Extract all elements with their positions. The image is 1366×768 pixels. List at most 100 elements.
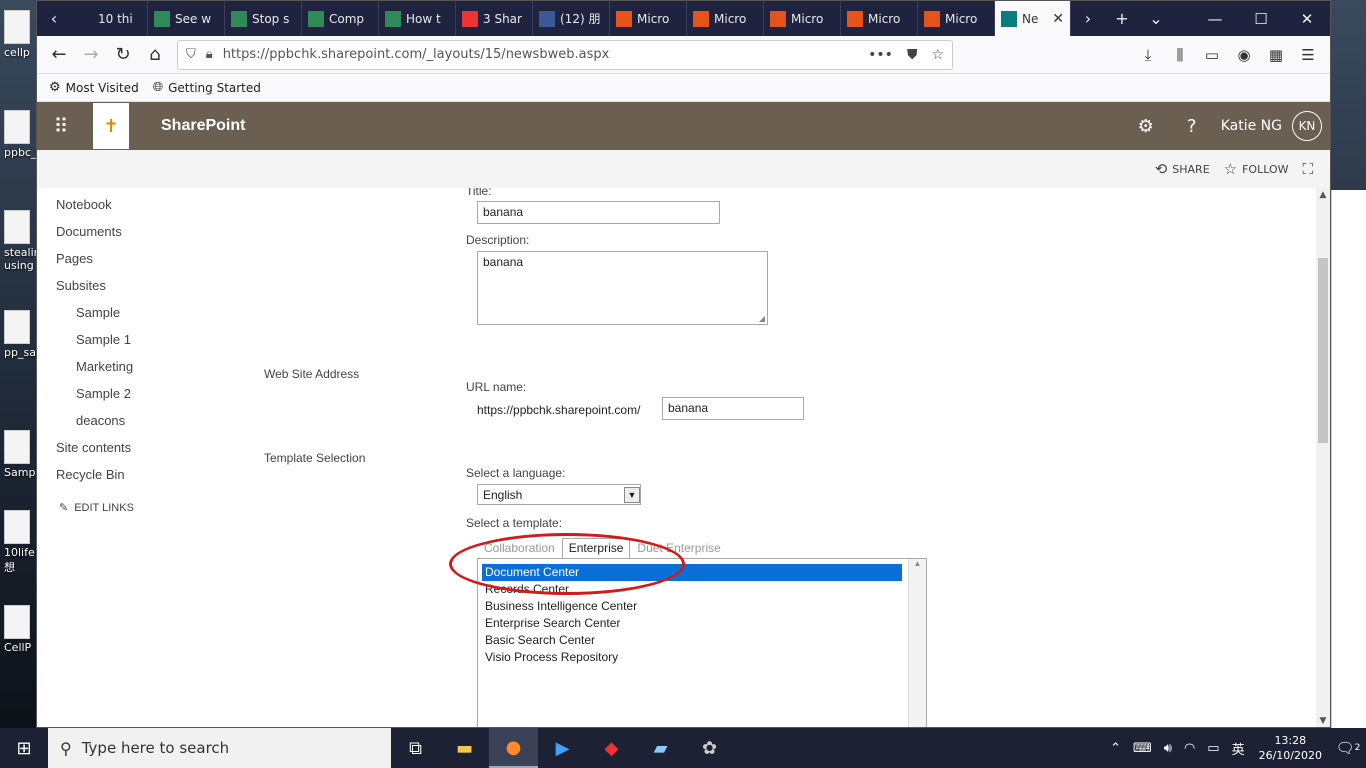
browser-tab[interactable]: 3 Shar xyxy=(456,1,533,36)
scroll-down-icon[interactable]: ▼ xyxy=(1316,716,1330,726)
browser-tab[interactable]: Micro xyxy=(918,1,995,36)
new-tab-icon[interactable]: + xyxy=(1105,1,1139,36)
browser-tab[interactable]: Stop s xyxy=(225,1,302,36)
scroll-up-icon[interactable]: ▲ xyxy=(1316,190,1330,200)
url-bar[interactable]: ⛉ 🔒︎ https://ppbchk.sharepoint.com/_layo… xyxy=(177,39,953,70)
bookmark-most-visited[interactable]: ⚙ Most Visited xyxy=(49,80,139,95)
account-icon[interactable]: ◉ xyxy=(1228,46,1260,64)
browser-tab[interactable]: (12) 朋 xyxy=(533,1,610,36)
download-icon[interactable]: ⤓ xyxy=(1132,46,1164,64)
template-option[interactable]: Visio Process Repository xyxy=(482,649,902,666)
shield-icon[interactable]: ⛉ xyxy=(186,47,196,62)
notepad-icon[interactable]: ▰ xyxy=(636,728,685,768)
close-window-icon[interactable]: ✕ xyxy=(1284,10,1330,28)
browser-tab[interactable]: See w xyxy=(148,1,225,36)
reload-icon[interactable]: ↻ xyxy=(107,39,139,71)
resize-grip-icon[interactable]: ◢ xyxy=(759,314,765,323)
tab-list-icon[interactable]: ⌄ xyxy=(1139,1,1173,36)
file-explorer-icon[interactable]: ▬ xyxy=(440,728,489,768)
tab-scroll-left-icon[interactable]: ‹ xyxy=(37,1,71,36)
media-player-icon[interactable]: ▶ xyxy=(538,728,587,768)
listbox-scrollbar[interactable]: ▲ xyxy=(908,559,926,727)
nav-item[interactable]: Recycle Bin xyxy=(37,466,237,493)
nav-item[interactable]: Marketing xyxy=(37,358,237,385)
firefox-icon[interactable]: ● xyxy=(489,728,538,768)
bookmark-star-icon[interactable]: ☆ xyxy=(931,47,944,63)
scrollbar-thumb[interactable] xyxy=(1318,258,1328,443)
scroll-up-icon[interactable]: ▲ xyxy=(909,559,926,568)
keyboard-icon[interactable]: ▭ xyxy=(1207,741,1219,756)
avatar[interactable]: KN xyxy=(1292,111,1322,141)
desktop-icon[interactable]: cellp xyxy=(4,10,40,59)
nav-item[interactable]: deacons xyxy=(37,412,237,439)
close-tab-icon[interactable]: ✕ xyxy=(1052,11,1064,27)
nav-item[interactable]: Site contents xyxy=(37,439,237,466)
clock[interactable]: 13:28 26/10/2020 xyxy=(1259,733,1322,763)
nav-item[interactable]: Sample 2 xyxy=(37,385,237,412)
template-option[interactable]: Basic Search Center xyxy=(482,632,902,649)
brand-title[interactable]: SharePoint xyxy=(161,117,245,135)
url-text[interactable]: https://ppbchk.sharepoint.com/_layouts/1… xyxy=(223,47,854,62)
task-view-icon[interactable]: ⧉ xyxy=(391,728,440,768)
browser-tab[interactable]: Micro xyxy=(764,1,841,36)
browser-tab[interactable]: Comp xyxy=(302,1,379,36)
help-icon[interactable]: ? xyxy=(1169,116,1215,137)
page-scrollbar[interactable]: ▲ ▼ xyxy=(1316,188,1330,727)
input-method-icon[interactable]: ⌨ xyxy=(1133,741,1152,756)
browser-tab[interactable]: Ne ✕ xyxy=(995,1,1071,36)
desktop-icon[interactable]: pp_sar xyxy=(4,310,40,359)
background-window[interactable] xyxy=(1331,190,1366,728)
bookmark-getting-started[interactable]: 🌐︎ Getting Started xyxy=(153,80,261,95)
taskbar-search[interactable]: ⚲ Type here to search xyxy=(48,728,391,768)
share-button[interactable]: ⟲ SHARE xyxy=(1155,160,1210,178)
pocket-icon[interactable]: ⛊ xyxy=(907,47,918,63)
lock-icon[interactable]: 🔒︎ xyxy=(206,47,213,62)
nav-item[interactable]: Sample 1 xyxy=(37,331,237,358)
site-logo[interactable]: ✝ xyxy=(93,103,129,149)
nav-item[interactable]: Notebook xyxy=(37,196,237,223)
browser-tab[interactable]: How t xyxy=(379,1,456,36)
tab-scroll-right-icon[interactable]: › xyxy=(1071,1,1105,36)
minimize-icon[interactable]: — xyxy=(1192,10,1238,28)
nav-item[interactable]: Sample xyxy=(37,304,237,331)
nav-item[interactable]: Subsites xyxy=(37,277,237,304)
forward-icon[interactable]: → xyxy=(75,39,107,71)
extensions-icon[interactable]: ▦ xyxy=(1260,46,1292,64)
app-launcher-icon[interactable]: ⠿ xyxy=(37,102,85,150)
desktop-icon[interactable]: 10life 想 xyxy=(4,510,40,575)
description-textarea[interactable]: banana ◢ xyxy=(477,251,768,325)
notification-icon[interactable]: 🗨︎ 2 xyxy=(1330,739,1366,757)
ime-indicator[interactable]: 英 xyxy=(1232,739,1245,758)
desktop-icon[interactable]: stealin using xyxy=(4,210,40,272)
nav-item[interactable]: Pages xyxy=(37,250,237,277)
browser-tab[interactable]: Micro xyxy=(687,1,764,36)
template-option[interactable]: Enterprise Search Center xyxy=(482,615,902,632)
edit-links-button[interactable]: ✎ EDIT LINKS xyxy=(37,501,237,515)
browser-tab[interactable]: 10 thi xyxy=(71,1,148,36)
desktop-icon[interactable]: ppbc_ xyxy=(4,110,40,159)
browser-tab[interactable]: Micro xyxy=(610,1,687,36)
wifi-icon[interactable]: ◠ xyxy=(1184,741,1195,756)
desktop-icon[interactable]: Samp xyxy=(4,430,40,479)
acrobat-icon[interactable]: ◆ xyxy=(587,728,636,768)
menu-icon[interactable]: ☰ xyxy=(1292,46,1324,64)
chevron-down-icon[interactable]: ▼ xyxy=(624,486,640,503)
nav-item[interactable]: Documents xyxy=(37,223,237,250)
browser-tab[interactable]: Micro xyxy=(841,1,918,36)
sidebar-icon[interactable]: ▭ xyxy=(1196,46,1228,64)
follow-button[interactable]: ☆ FOLLOW xyxy=(1224,160,1289,178)
template-option[interactable]: Business Intelligence Center xyxy=(482,598,902,615)
url-name-input[interactable]: banana xyxy=(662,397,804,420)
library-icon[interactable]: ⫼ xyxy=(1164,46,1196,64)
desktop-icon[interactable]: CellP xyxy=(4,605,40,654)
focus-mode-button[interactable]: ⛶ xyxy=(1302,160,1318,178)
settings-gear-icon[interactable]: ⚙ xyxy=(1123,116,1169,137)
paint-icon[interactable]: ✿ xyxy=(685,728,734,768)
maximize-icon[interactable]: ☐ xyxy=(1238,10,1284,28)
home-icon[interactable]: ⌂ xyxy=(139,39,171,71)
page-actions-icon[interactable]: ••• xyxy=(868,47,893,63)
language-select[interactable]: English ▼ xyxy=(477,484,641,505)
back-icon[interactable]: ← xyxy=(43,39,75,71)
windows-start-icon[interactable]: ⊞ xyxy=(0,728,48,768)
user-name[interactable]: Katie NG xyxy=(1221,118,1282,134)
